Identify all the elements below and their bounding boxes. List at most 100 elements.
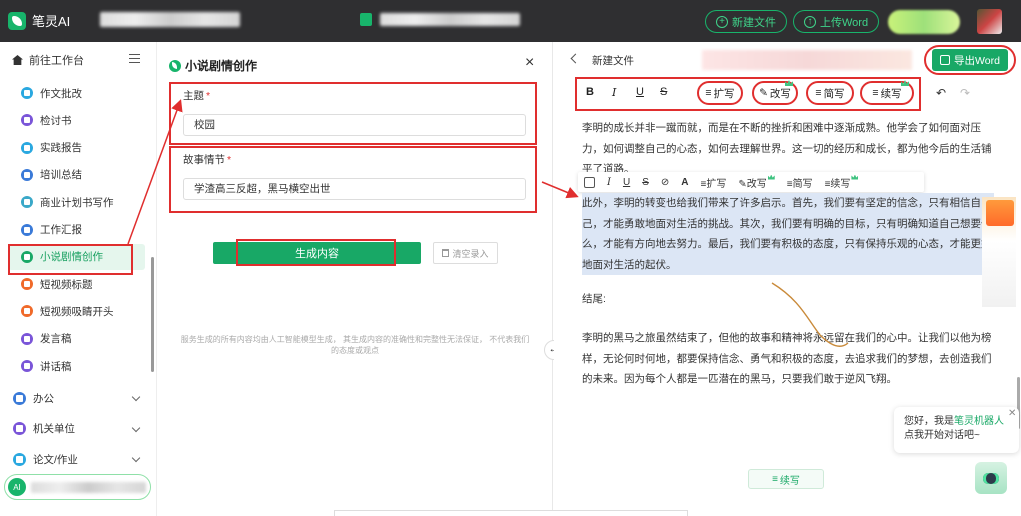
gift-icon[interactable]: [986, 200, 1014, 226]
sidebar-item[interactable]: 商业计划书写作: [8, 189, 145, 215]
disclaimer: 服务生成的所有内容均由人工智能模型生成， 其生成内容的准确性和完整性无法保证， …: [180, 335, 530, 355]
chevron-down-icon: [131, 453, 141, 463]
sidebar-item-label: 作文批改: [40, 87, 82, 100]
float-continue-button[interactable]: ≡续写: [825, 174, 859, 190]
menu-icon[interactable]: [129, 54, 140, 63]
blurred-document-name: [380, 13, 520, 26]
continue-writing-button[interactable]: ≡ 续写: [748, 469, 824, 489]
document-name[interactable]: 新建文件: [592, 53, 634, 68]
expand-icon: ≡: [705, 87, 712, 99]
float-italic-button[interactable]: I: [607, 177, 611, 188]
float-simplify-button[interactable]: ≡简写: [787, 175, 813, 190]
italic-button[interactable]: I: [612, 86, 616, 99]
sidebar-item[interactable]: 发言稿: [8, 326, 145, 352]
sidebar-item-icon: [21, 223, 33, 236]
sidebar-item[interactable]: 培训总结: [8, 162, 145, 188]
top-bar: 笔灵AI + 新建文件 ↑ 上传Word: [0, 0, 1021, 42]
sidebar-group[interactable]: 机关单位: [8, 416, 145, 442]
sidebar-scrollbar[interactable]: [151, 257, 154, 372]
sidebar-item-label: 短视频吸睛开头: [40, 305, 114, 318]
home-icon: [12, 55, 23, 65]
close-icon[interactable]: ✕: [1008, 408, 1016, 419]
sidebar-item-icon: [21, 114, 33, 127]
story-label: 故事情节 *: [183, 154, 232, 166]
image-icon[interactable]: [584, 176, 595, 188]
sidebar-item[interactable]: 实践报告: [8, 135, 145, 161]
theme-input[interactable]: 校园: [183, 114, 526, 136]
close-icon[interactable]: ×: [525, 54, 534, 72]
sidebar-item[interactable]: 讲话稿: [8, 353, 145, 379]
sidebar-item[interactable]: 短视频标题: [8, 271, 145, 297]
user-profile[interactable]: AI: [4, 474, 151, 500]
rewrite-button[interactable]: ✎ 改写: [752, 80, 798, 105]
trash-icon: [442, 249, 450, 257]
export-highlight: [924, 45, 1016, 75]
user-avatar-small: AI: [8, 478, 26, 496]
continue-button[interactable]: ≡ 续写: [860, 80, 914, 105]
plus-icon: +: [716, 15, 728, 28]
leaf-icon: [169, 59, 181, 72]
float-rewrite-button[interactable]: ✎改写: [738, 174, 775, 190]
chevron-down-icon: [131, 392, 141, 402]
paragraph-2-selected[interactable]: 此外，李明的转变也给我们带来了许多启示。首先，我们要有坚定的信念，只有相信自己，…: [582, 193, 994, 275]
sidebar-item-icon: [21, 250, 33, 263]
new-file-button[interactable]: + 新建文件: [705, 10, 787, 33]
theme-label: 主题 *: [183, 90, 211, 102]
document-icon: [360, 13, 372, 26]
app-name: 笔灵AI: [32, 14, 71, 29]
float-expand-button[interactable]: ≡扩写: [700, 175, 726, 190]
user-avatar[interactable]: [977, 9, 1002, 34]
continue-icon: ≡: [772, 473, 778, 485]
vip-crown-icon: [767, 174, 775, 180]
sidebar-item-label: 实践报告: [40, 142, 82, 155]
float-underline-button[interactable]: U: [623, 177, 630, 188]
float-strike-button[interactable]: S: [642, 177, 649, 188]
sidebar-item-icon: [21, 168, 33, 181]
membership-badge[interactable]: [888, 10, 960, 34]
sidebar-item-label: 检讨书: [40, 114, 72, 127]
bot-greeting[interactable]: 您好，我是笔灵机器人 点我开始对话吧~: [894, 407, 1019, 453]
chevron-down-icon: [131, 423, 141, 432]
sidebar-item[interactable]: 短视频吸睛开头: [8, 298, 145, 324]
paragraph-1[interactable]: 李明的成长并非一蹴而就，而是在不断的挫折和困难中逐渐成熟。他学会了如何面对压力，…: [582, 118, 994, 172]
blurred-title: [100, 12, 240, 27]
simplify-button[interactable]: ≡ 简写: [806, 81, 854, 105]
generate-highlight: [236, 239, 396, 266]
sidebar-item-icon: [21, 278, 33, 291]
sidebar-group-icon: [13, 391, 26, 405]
blurred-banner: [702, 50, 912, 70]
sidebar-item-label: 培训总结: [40, 169, 82, 182]
workspace-link[interactable]: 前往工作台: [12, 52, 84, 68]
sidebar-group-label: 论文/作业: [33, 453, 78, 466]
sidebar-item-icon: [21, 332, 33, 345]
expand-button[interactable]: ≡ 扩写: [697, 81, 743, 105]
app-logo[interactable]: 笔灵AI: [8, 11, 70, 30]
sidebar-item-icon: [21, 305, 33, 318]
paragraph-3[interactable]: 结尾:: [582, 289, 994, 310]
undo-icon[interactable]: ↶: [936, 86, 946, 100]
upload-word-button[interactable]: ↑ 上传Word: [793, 10, 880, 33]
sidebar-item[interactable]: 检讨书: [8, 107, 145, 133]
paragraph-4[interactable]: 李明的黑马之旅虽然结束了，但他的故事和精神将永远留在我们的心中。让我们以他为榜样…: [582, 328, 994, 390]
link-icon[interactable]: ⊘: [661, 177, 669, 188]
back-icon[interactable]: [570, 53, 581, 64]
sidebar-item-icon: [21, 87, 33, 99]
bold-button[interactable]: B: [586, 86, 594, 98]
underline-button[interactable]: U: [636, 86, 644, 98]
strikethrough-button[interactable]: S: [660, 86, 667, 98]
robot-icon[interactable]: [975, 462, 1007, 494]
sidebar-item[interactable]: 作文批改: [8, 80, 145, 106]
sidebar-item[interactable]: 工作汇报: [8, 217, 145, 243]
clear-input-button[interactable]: 清空录入: [433, 242, 498, 264]
sidebar-item-label: 讲话稿: [40, 360, 72, 373]
sidebar-item[interactable]: 小说剧情创作: [8, 243, 145, 270]
sidebar-group[interactable]: 论文/作业: [8, 446, 145, 472]
story-input[interactable]: 学渣高三反超，黑马横空出世: [183, 178, 526, 200]
form-title: 小说剧情创作: [169, 57, 257, 74]
sidebar-group-label: 办公: [33, 392, 54, 405]
font-icon[interactable]: A: [681, 177, 688, 188]
floating-toolbar: I U S ⊘ A ≡扩写 ✎改写 ≡简写 ≡续写: [578, 172, 924, 192]
sidebar-group[interactable]: 办公: [8, 385, 145, 411]
simplify-icon: ≡: [815, 87, 822, 99]
redo-icon[interactable]: ↷: [960, 86, 970, 100]
